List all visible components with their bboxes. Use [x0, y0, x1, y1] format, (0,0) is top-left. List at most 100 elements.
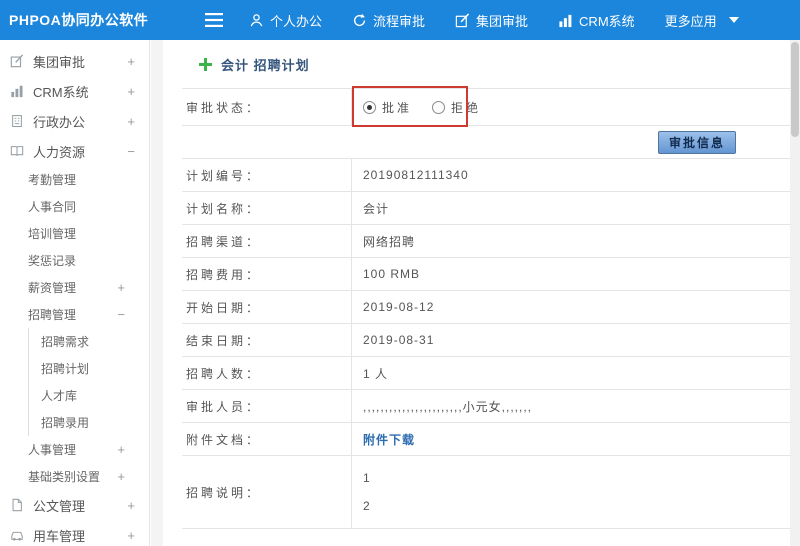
- form-row-cost: 招聘费用： 100 RMB: [182, 258, 790, 291]
- sidebar-item-admin-office[interactable]: 行政办公 +: [0, 106, 149, 136]
- description-line: 2: [363, 499, 371, 513]
- field-label: 招聘说明：: [182, 456, 352, 528]
- attachment-download-link[interactable]: 附件下载: [363, 431, 415, 448]
- radio-reject-control[interactable]: [432, 100, 446, 114]
- bar-chart-icon: [558, 13, 573, 28]
- field-label: 计划名称：: [182, 192, 352, 224]
- description-line: 1: [363, 471, 371, 485]
- form-row-actions: 审批信息: [182, 126, 790, 159]
- approval-info-button[interactable]: 审批信息: [657, 130, 736, 154]
- nav-item-group-approval[interactable]: 集团审批: [455, 11, 528, 30]
- sidebar-item-label: 考勤管理: [28, 173, 77, 187]
- field-label: 附件文档：: [182, 423, 352, 455]
- top-nav: 个人办公 流程审批 集团审批 CRM系统 更多应用: [249, 11, 739, 30]
- sidebar-item-label: 人才库: [41, 389, 78, 403]
- form-row-channel: 招聘渠道： 网络招聘: [182, 225, 790, 258]
- app-logo: PHPOA协同办公软件: [9, 12, 149, 28]
- title-row: 会计 招聘计划: [163, 40, 790, 88]
- field-label: 结束日期：: [182, 324, 352, 356]
- sidebar-item-group-approval[interactable]: 集团审批 +: [0, 46, 149, 76]
- nav-item-more-apps[interactable]: 更多应用: [665, 11, 739, 30]
- radio-reject[interactable]: 拒绝: [432, 99, 481, 116]
- sidebar-item-salary[interactable]: 薪资管理 +: [0, 274, 149, 301]
- bar-chart-icon: [10, 84, 26, 98]
- form-row-approval-status: 审批状态： 批准 拒绝: [182, 89, 790, 126]
- field-value: 20190812111340: [363, 168, 469, 182]
- nav-label: 更多应用: [664, 13, 717, 29]
- sidebar-item-label: 公文管理: [33, 498, 86, 514]
- person-icon: [249, 13, 264, 28]
- field-value: 会计: [363, 201, 390, 216]
- expand-toggle[interactable]: +: [127, 84, 135, 99]
- nav-label: 流程审批: [373, 13, 426, 29]
- sidebar-item-document-mgmt[interactable]: 公文管理 +: [0, 490, 149, 520]
- sidebar-item-recruitment[interactable]: 招聘管理 −: [0, 301, 149, 328]
- sidebar-item-base-category[interactable]: 基础类别设置 +: [0, 463, 149, 490]
- sidebar-item-label: 招聘计划: [41, 362, 90, 376]
- sidebar-item-label: 集团审批: [33, 54, 86, 70]
- sidebar-item-personnel-contract[interactable]: 人事合同: [0, 193, 149, 220]
- sidebar-item-recruit-plan[interactable]: 招聘计划: [28, 355, 149, 382]
- sidebar-item-label: 薪资管理: [28, 281, 77, 295]
- expand-toggle[interactable]: +: [127, 114, 135, 129]
- sidebar-item-label: 人事管理: [28, 443, 77, 457]
- sidebar-item-label: 招聘录用: [41, 416, 90, 430]
- sidebar-item-label: 用车管理: [33, 528, 86, 544]
- field-label: 计划编号：: [182, 159, 352, 191]
- expand-toggle[interactable]: +: [117, 469, 125, 484]
- expand-toggle[interactable]: +: [117, 280, 125, 295]
- expand-toggle[interactable]: +: [127, 498, 135, 513]
- sidebar-item-vehicle-mgmt[interactable]: 用车管理 +: [0, 520, 149, 546]
- field-value: ,,,,,,,,,,,,,,,,,,,,,,,小元女,,,,,,,: [363, 399, 533, 414]
- expand-toggle[interactable]: +: [117, 442, 125, 457]
- top-bar: PHPOA协同办公软件 个人办公 流程审批 集团审批 CRM系统 更多应用: [0, 0, 800, 40]
- menu-toggle-icon[interactable]: [205, 13, 223, 27]
- sidebar-item-label: 培训管理: [28, 227, 77, 241]
- document-icon: [10, 498, 26, 512]
- sidebar-item-label: 招聘需求: [41, 335, 90, 349]
- caret-down-icon: [728, 17, 739, 23]
- sidebar-item-label: 人事合同: [28, 200, 77, 214]
- form-row-plan-name: 计划名称： 会计: [182, 192, 790, 225]
- nav-label: CRM系统: [579, 13, 635, 29]
- field-label: 审批状态：: [182, 89, 352, 125]
- collapse-toggle[interactable]: −: [127, 144, 135, 159]
- radio-approve[interactable]: 批准: [363, 99, 412, 116]
- scrollbar-thumb[interactable]: [791, 42, 799, 137]
- edit-icon: [455, 12, 470, 28]
- sidebar-item-recruit-demand[interactable]: 招聘需求: [28, 328, 149, 355]
- nav-item-personal-office[interactable]: 个人办公: [249, 11, 322, 30]
- sidebar-item-talent-pool[interactable]: 人才库: [28, 382, 149, 409]
- field-value: 1 2: [352, 456, 790, 528]
- field-label: 开始日期：: [182, 291, 352, 323]
- form-row-end-date: 结束日期： 2019-08-31: [182, 324, 790, 357]
- sidebar-item-crm-system[interactable]: CRM系统 +: [0, 76, 149, 106]
- radio-reject-label: 拒绝: [451, 100, 482, 115]
- sidebar-item-attendance[interactable]: 考勤管理: [0, 166, 149, 193]
- radio-approve-label: 批准: [382, 100, 413, 115]
- sidebar-item-personnel-mgmt[interactable]: 人事管理 +: [0, 436, 149, 463]
- sidebar: 集团审批 + CRM系统 + 行政办公 + 人力资源 − 考勤管理 人事合同 培…: [0, 40, 150, 546]
- sidebar-item-training[interactable]: 培训管理: [0, 220, 149, 247]
- collapse-toggle[interactable]: −: [117, 307, 125, 322]
- edit-icon: [10, 54, 26, 68]
- nav-item-workflow-approval[interactable]: 流程审批: [352, 11, 425, 30]
- form-row-headcount: 招聘人数： 1 人: [182, 357, 790, 390]
- expand-toggle[interactable]: +: [127, 528, 135, 543]
- sidebar-item-human-resources[interactable]: 人力资源 −: [0, 136, 149, 166]
- field-value: 附件下载: [352, 423, 790, 455]
- page-title: 会计 招聘计划: [221, 57, 310, 73]
- field-value: 2019-08-12: [363, 300, 435, 314]
- expand-toggle[interactable]: +: [127, 54, 135, 69]
- radio-approve-control[interactable]: [363, 100, 376, 114]
- field-value: 2019-08-31: [363, 333, 435, 347]
- add-icon[interactable]: [199, 57, 212, 71]
- cycle-icon: [352, 13, 367, 28]
- field-label: 招聘人数：: [182, 357, 352, 389]
- sidebar-item-rewards-records[interactable]: 奖惩记录: [0, 247, 149, 274]
- scrollbar-track[interactable]: [790, 40, 800, 546]
- form-row-description: 招聘说明： 1 2: [182, 456, 790, 529]
- sidebar-item-recruit-hire[interactable]: 招聘录用: [28, 409, 149, 436]
- sidebar-item-label: 奖惩记录: [28, 254, 77, 268]
- nav-item-crm-system[interactable]: CRM系统: [558, 11, 635, 30]
